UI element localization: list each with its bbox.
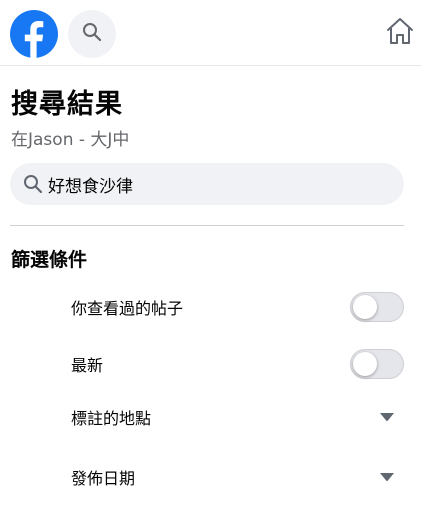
- search-icon: [22, 173, 44, 195]
- most-recent-toggle[interactable]: [350, 349, 404, 379]
- search-field[interactable]: [10, 163, 404, 205]
- search-icon: [82, 22, 102, 46]
- page-title: 搜尋結果: [11, 89, 123, 120]
- filter-viewed-posts[interactable]: 你查看過的帖子: [0, 282, 421, 332]
- top-navigation-bar: [0, 0, 421, 66]
- viewed-posts-toggle[interactable]: [350, 292, 404, 322]
- facebook-logo-icon[interactable]: [10, 10, 58, 58]
- caret-down-icon[interactable]: [378, 471, 396, 483]
- caret-down-icon[interactable]: [378, 411, 396, 423]
- search-input[interactable]: [48, 174, 368, 194]
- filter-label: 你查看過的帖子: [71, 299, 184, 318]
- filter-most-recent[interactable]: 最新: [0, 339, 421, 389]
- filter-label: 標註的地點: [71, 409, 152, 428]
- filters-section-title: 篩選條件: [11, 249, 88, 271]
- filter-tagged-location[interactable]: 標註的地點: [0, 392, 421, 442]
- toggle-knob: [353, 295, 377, 319]
- page-subtitle: 在Jason - 大J中: [11, 130, 130, 150]
- home-icon: [385, 16, 415, 50]
- search-button[interactable]: [68, 10, 116, 58]
- filter-label: 發佈日期: [71, 469, 136, 488]
- home-button[interactable]: [382, 15, 418, 51]
- filter-label: 最新: [71, 356, 104, 375]
- filter-date-posted[interactable]: 發佈日期: [0, 452, 421, 502]
- toggle-knob: [353, 352, 377, 376]
- divider: [10, 225, 404, 226]
